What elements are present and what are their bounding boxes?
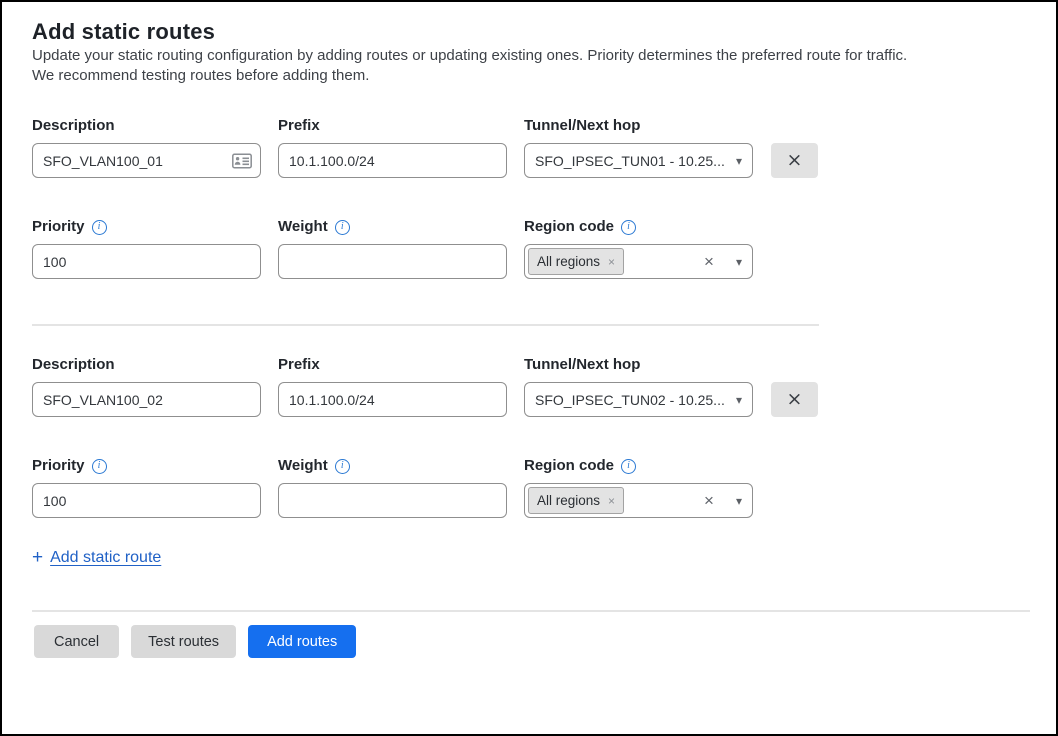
description-input[interactable]	[32, 382, 261, 417]
tunnel-select[interactable]: SFO_IPSEC_TUN02 - 10.25... ▾	[524, 382, 753, 417]
description-input[interactable]	[32, 143, 261, 178]
weight-field-group-2: Weight i	[278, 457, 507, 518]
description-field-group-2: Description	[32, 356, 261, 417]
chevron-down-icon: ▾	[736, 393, 742, 407]
priority-field-group-2: Priority i	[32, 457, 261, 518]
clear-selection-icon[interactable]: ×	[704, 253, 714, 270]
region-chip-label: All regions	[537, 493, 600, 508]
close-icon: ×	[787, 151, 803, 170]
prefix-input[interactable]	[278, 143, 507, 178]
prefix-field-group-2: Prefix	[278, 356, 507, 417]
route-group-1: Description	[32, 117, 819, 326]
prefix-label: Prefix	[278, 117, 507, 135]
plus-icon: +	[32, 548, 43, 567]
close-icon: ×	[787, 390, 803, 409]
chip-remove-icon[interactable]: ×	[608, 494, 615, 508]
intro-text-line1: Update your static routing configuration…	[32, 46, 1024, 66]
region-field-group-2: Region code i All regions × × ▾	[524, 457, 753, 518]
tunnel-label: Tunnel/Next hop	[524, 117, 753, 135]
weight-label: Weight i	[278, 457, 507, 475]
region-chip-label: All regions	[537, 254, 600, 269]
group-divider	[32, 324, 819, 326]
prefix-label: Prefix	[278, 356, 507, 374]
add-routes-button[interactable]: Add routes	[248, 625, 356, 658]
region-multiselect[interactable]: All regions × × ▾	[524, 244, 753, 279]
tunnel-select[interactable]: SFO_IPSEC_TUN01 - 10.25... ▾	[524, 143, 753, 178]
region-multiselect[interactable]: All regions × × ▾	[524, 483, 753, 518]
add-static-route-link[interactable]: + Add static route	[32, 548, 161, 567]
info-icon[interactable]: i	[335, 459, 350, 474]
description-label: Description	[32, 117, 261, 135]
weight-field-group-1: Weight i	[278, 218, 507, 279]
info-icon[interactable]: i	[621, 220, 636, 235]
cancel-button[interactable]: Cancel	[34, 625, 119, 658]
tunnel-label: Tunnel/Next hop	[524, 356, 753, 374]
info-icon[interactable]: i	[335, 220, 350, 235]
footer-button-bar: Cancel Test routes Add routes	[32, 625, 1024, 658]
add-static-routes-dialog: Add static routes Update your static rou…	[0, 0, 1058, 736]
tunnel-field-group-1: Tunnel/Next hop SFO_IPSEC_TUN01 - 10.25.…	[524, 117, 753, 178]
intro-text-line2: We recommend testing routes before addin…	[32, 66, 1024, 86]
page-title: Add static routes	[32, 18, 1024, 46]
priority-field-group-1: Priority i	[32, 218, 261, 279]
region-label: Region code i	[524, 218, 753, 236]
chevron-down-icon: ▾	[736, 494, 742, 508]
info-icon[interactable]: i	[621, 459, 636, 474]
tunnel-field-group-2: Tunnel/Next hop SFO_IPSEC_TUN02 - 10.25.…	[524, 356, 753, 417]
info-icon[interactable]: i	[92, 220, 107, 235]
priority-input[interactable]	[32, 244, 261, 279]
route-group-2: Description Prefix Tunnel/Next hop SFO_I	[32, 356, 819, 518]
chevron-down-icon: ▾	[736, 154, 742, 168]
region-chip: All regions ×	[528, 248, 624, 275]
prefix-field-group-1: Prefix	[278, 117, 507, 178]
chevron-down-icon: ▾	[736, 255, 742, 269]
add-static-route-label: Add static route	[50, 549, 161, 567]
remove-route-button[interactable]: ×	[771, 143, 818, 178]
weight-input[interactable]	[278, 244, 507, 279]
weight-input[interactable]	[278, 483, 507, 518]
tunnel-selected-value: SFO_IPSEC_TUN02 - 10.25...	[535, 392, 728, 408]
tunnel-selected-value: SFO_IPSEC_TUN01 - 10.25...	[535, 153, 728, 169]
test-routes-button[interactable]: Test routes	[131, 625, 236, 658]
priority-label: Priority i	[32, 457, 261, 475]
info-icon[interactable]: i	[92, 459, 107, 474]
description-field-group-1: Description	[32, 117, 261, 178]
prefix-input[interactable]	[278, 382, 507, 417]
chip-remove-icon[interactable]: ×	[608, 255, 615, 269]
region-field-group-1: Region code i All regions × × ▾	[524, 218, 753, 279]
priority-label: Priority i	[32, 218, 261, 236]
region-chip: All regions ×	[528, 487, 624, 514]
footer-divider	[32, 610, 1030, 612]
weight-label: Weight i	[278, 218, 507, 236]
clear-selection-icon[interactable]: ×	[704, 492, 714, 509]
remove-route-button[interactable]: ×	[771, 382, 818, 417]
priority-input[interactable]	[32, 483, 261, 518]
region-label: Region code i	[524, 457, 753, 475]
description-label: Description	[32, 356, 261, 374]
contact-card-autofill-icon[interactable]	[232, 153, 252, 168]
